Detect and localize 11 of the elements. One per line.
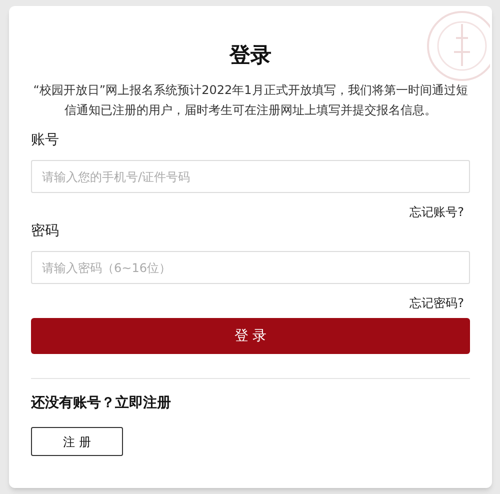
forgot-link[interactable]: 忘记密码? xyxy=(410,294,464,312)
notice-text: “校园开放日”网上报名系统预计2022年1月正式开放填写，我们将第一时间通过短信通知已注册的用户，届时考生可在注册网址上填写并提交报名信息。 xyxy=(32,82,469,120)
input-field[interactable]: 请输入密码（6~16位） xyxy=(31,251,470,284)
register-button[interactable]: 注 册 xyxy=(31,427,123,456)
login-button[interactable]: 登 录 xyxy=(31,318,470,354)
field-label: 账号 xyxy=(31,131,60,150)
field-label: 密码 xyxy=(31,222,60,242)
forgot-link[interactable]: 忘记账号? xyxy=(410,203,464,222)
input-field[interactable]: 请输入您的手机号/证件号码 xyxy=(31,160,470,194)
page-title: 登录 xyxy=(228,42,272,68)
register-prompt: 还没有账号？立即注册 xyxy=(31,394,172,414)
